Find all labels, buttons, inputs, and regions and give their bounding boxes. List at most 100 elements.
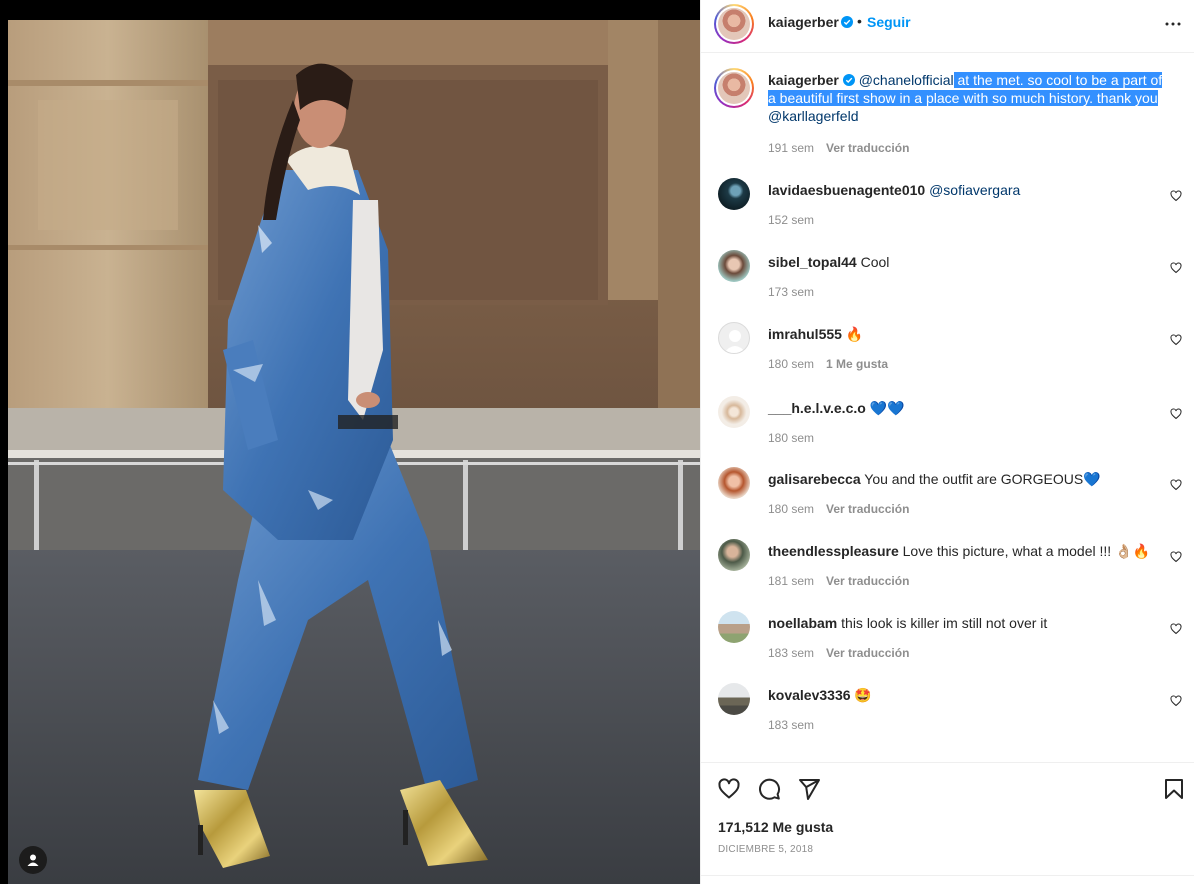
- commenter-username[interactable]: kovalev3336: [768, 687, 851, 703]
- author-avatar[interactable]: [714, 4, 754, 44]
- comment-item: sibel_topal44 Cool 173 sem: [714, 250, 1184, 314]
- comment-item: galisarebecca You and the outfit are GOR…: [714, 467, 1184, 531]
- comment-item: imrahul555 🔥 180 sem 1 Me gusta: [714, 322, 1184, 386]
- comment-meta: 180 sem Ver traducción: [768, 502, 909, 516]
- runway-photo: [8, 20, 700, 884]
- comment-meta: 183 sem Ver traducción: [768, 646, 909, 660]
- commenter-avatar[interactable]: [718, 250, 750, 282]
- default-avatar-icon: [724, 330, 746, 353]
- comment-meta: 181 sem Ver traducción: [768, 574, 909, 588]
- verified-badge-icon: [842, 74, 855, 86]
- caption-mention-chanel[interactable]: @chanelofficial: [859, 72, 954, 88]
- comment-time[interactable]: 180 sem: [768, 357, 814, 371]
- post-date[interactable]: DICIEMBRE 5, 2018: [718, 844, 813, 855]
- follow-button[interactable]: Seguir: [867, 14, 911, 30]
- comment-meta: 180 sem: [768, 431, 814, 445]
- comment-meta: 173 sem: [768, 285, 814, 299]
- post-header: kaiagerber • Seguir: [701, 0, 1194, 53]
- comment-item: lavidaesbuenagente010 @sofiavergara 152 …: [714, 178, 1184, 242]
- like-comment-heart-icon[interactable]: [1170, 190, 1182, 202]
- comment-translate[interactable]: Ver traducción: [826, 574, 909, 588]
- comment-time[interactable]: 173 sem: [768, 285, 814, 299]
- like-comment-heart-icon[interactable]: [1170, 408, 1182, 420]
- commenter-username[interactable]: theendlesspleasure: [768, 543, 899, 559]
- comment-body: Cool: [860, 254, 890, 270]
- like-comment-heart-icon[interactable]: [1170, 623, 1182, 635]
- photo-left-edge: [0, 20, 8, 884]
- comment-item: kovalev3336 🤩 183 sem: [714, 683, 1184, 747]
- more-options-icon[interactable]: [1161, 12, 1185, 36]
- user-tags-button[interactable]: [19, 846, 47, 874]
- caption-username[interactable]: kaiagerber: [768, 72, 839, 88]
- caption-meta: 191 sem Ver traducción: [768, 141, 909, 155]
- verified-badge-icon: [841, 16, 853, 28]
- comment-item: noellabam this look is killer im still n…: [714, 611, 1184, 675]
- commenter-username[interactable]: sibel_topal44: [768, 254, 857, 270]
- commenter-avatar[interactable]: [718, 467, 750, 499]
- comment-meta: 180 sem 1 Me gusta: [768, 357, 888, 371]
- like-comment-heart-icon[interactable]: [1170, 695, 1182, 707]
- commenter-avatar[interactable]: [718, 539, 750, 571]
- bookmark-icon[interactable]: [1162, 777, 1186, 801]
- comment-body: this look is killer im still not over it: [841, 615, 1048, 631]
- comment-meta: 152 sem: [768, 213, 814, 227]
- comment-body: You and the outfit are GORGEOUS💙: [864, 471, 1101, 487]
- comment-likes[interactable]: 1 Me gusta: [826, 357, 888, 371]
- caption-mention-karl[interactable]: @karllagerfeld: [768, 108, 858, 124]
- comment-text: sibel_topal44 Cool: [768, 253, 1148, 271]
- caption-text: kaiagerber @chanelofficial at the met. s…: [768, 71, 1168, 125]
- comment-time[interactable]: 180 sem: [768, 431, 814, 445]
- comment-meta: 183 sem: [768, 718, 814, 732]
- post-sidebar: kaiagerber • Seguir kaiagerber @chanelof…: [700, 0, 1194, 884]
- commenter-username[interactable]: ___h.e.l.v.e.c.o: [768, 400, 866, 416]
- comment-text: galisarebecca You and the outfit are GOR…: [768, 470, 1148, 488]
- comment-time[interactable]: 181 sem: [768, 574, 814, 588]
- caption-translate[interactable]: Ver traducción: [826, 141, 909, 155]
- comment-item: ___h.e.l.v.e.c.o 💙💙 180 sem: [714, 396, 1184, 460]
- commenter-avatar[interactable]: [718, 322, 750, 354]
- comment-body: 🤩: [854, 687, 872, 703]
- comment-text: theendlesspleasure Love this picture, wh…: [768, 542, 1150, 560]
- comment-translate[interactable]: Ver traducción: [826, 502, 909, 516]
- commenter-avatar[interactable]: [718, 611, 750, 643]
- commenter-username[interactable]: imrahul555: [768, 326, 842, 342]
- add-comment-area[interactable]: [701, 875, 1194, 884]
- comment-time[interactable]: 152 sem: [768, 213, 814, 227]
- heart-icon[interactable]: [717, 777, 741, 801]
- post-photo[interactable]: [0, 0, 700, 884]
- commenter-username[interactable]: lavidaesbuenagente010: [768, 182, 925, 198]
- commenter-username[interactable]: galisarebecca: [768, 471, 861, 487]
- separator-dot: •: [857, 13, 862, 29]
- like-comment-heart-icon[interactable]: [1170, 262, 1182, 274]
- caption-time[interactable]: 191 sem: [768, 141, 814, 155]
- comment-icon[interactable]: [757, 777, 781, 801]
- comment-text: lavidaesbuenagente010 @sofiavergara: [768, 181, 1148, 199]
- author-username[interactable]: kaiagerber: [768, 14, 839, 30]
- comment-time[interactable]: 183 sem: [768, 718, 814, 732]
- commenter-username[interactable]: noellabam: [768, 615, 837, 631]
- caption-avatar[interactable]: [714, 68, 754, 108]
- commenter-avatar[interactable]: [718, 396, 750, 428]
- like-comment-heart-icon[interactable]: [1170, 479, 1182, 491]
- comment-text: ___h.e.l.v.e.c.o 💙💙: [768, 399, 1148, 417]
- comment-body: 🔥: [845, 326, 864, 342]
- photo-top-edge: [0, 0, 700, 20]
- comment-item: theendlesspleasure Love this picture, wh…: [714, 539, 1184, 603]
- comment-text: imrahul555 🔥: [768, 325, 1148, 343]
- commenter-avatar[interactable]: [718, 178, 750, 210]
- comment-body: Love this picture, what a model !!! 👌🏼🔥: [902, 543, 1150, 559]
- comment-translate[interactable]: Ver traducción: [826, 646, 909, 660]
- commenter-avatar[interactable]: [718, 683, 750, 715]
- post-actions: 171,512 Me gusta DICIEMBRE 5, 2018: [701, 762, 1194, 884]
- comment-time[interactable]: 183 sem: [768, 646, 814, 660]
- comment-body: 💙💙: [869, 400, 905, 416]
- likes-count[interactable]: 171,512 Me gusta: [718, 819, 833, 835]
- comments-list[interactable]: kaiagerber @chanelofficial at the met. s…: [701, 54, 1194, 762]
- like-comment-heart-icon[interactable]: [1170, 334, 1182, 346]
- comment-text: kovalev3336 🤩: [768, 686, 1148, 704]
- instagram-post-dialog: kaiagerber • Seguir kaiagerber @chanelof…: [0, 0, 1194, 884]
- comment-mention[interactable]: @sofiavergara: [929, 182, 1020, 198]
- share-icon[interactable]: [797, 777, 821, 801]
- comment-time[interactable]: 180 sem: [768, 502, 814, 516]
- like-comment-heart-icon[interactable]: [1170, 551, 1182, 563]
